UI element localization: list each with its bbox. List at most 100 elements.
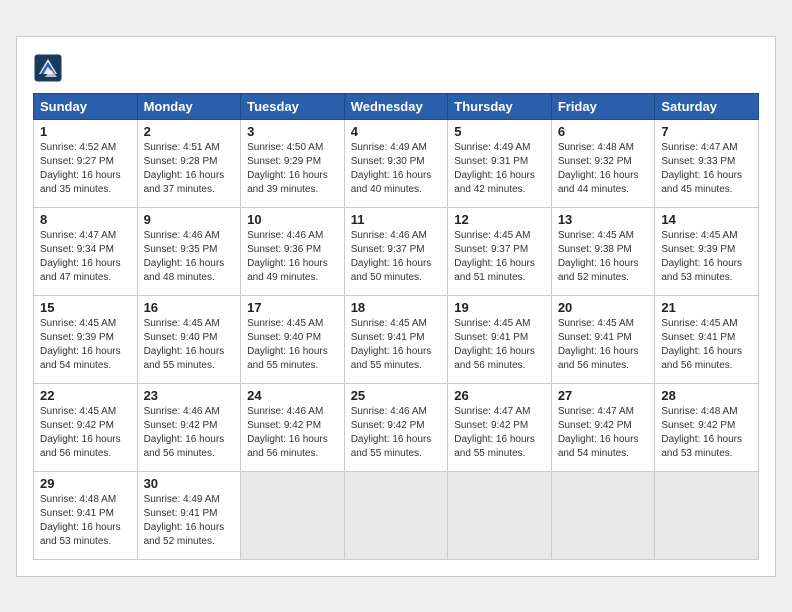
calendar-cell: 28 Sunrise: 4:48 AM Sunset: 9:42 PM Dayl…	[655, 383, 759, 471]
day-number: 5	[454, 124, 545, 139]
sunset-label: Sunset: 9:42 PM	[144, 420, 218, 431]
sunrise-label: Sunrise: 4:45 AM	[558, 318, 634, 329]
calendar-body: 1 Sunrise: 4:52 AM Sunset: 9:27 PM Dayli…	[34, 119, 759, 559]
day-number: 8	[40, 212, 131, 227]
day-info: Sunrise: 4:45 AM Sunset: 9:40 PM Dayligh…	[247, 317, 338, 373]
col-friday: Friday	[551, 93, 655, 119]
calendar-cell: 7 Sunrise: 4:47 AM Sunset: 9:33 PM Dayli…	[655, 119, 759, 207]
daylight-label: Daylight: 16 hours and 56 minutes.	[558, 346, 639, 371]
sunset-label: Sunset: 9:39 PM	[661, 244, 735, 255]
sunrise-label: Sunrise: 4:46 AM	[144, 406, 220, 417]
sunrise-label: Sunrise: 4:45 AM	[661, 230, 737, 241]
day-info: Sunrise: 4:45 AM Sunset: 9:39 PM Dayligh…	[661, 229, 752, 285]
daylight-label: Daylight: 16 hours and 42 minutes.	[454, 170, 535, 195]
day-number: 14	[661, 212, 752, 227]
day-number: 23	[144, 388, 235, 403]
sunset-label: Sunset: 9:42 PM	[40, 420, 114, 431]
calendar-cell: 18 Sunrise: 4:45 AM Sunset: 9:41 PM Dayl…	[344, 295, 448, 383]
logo-icon	[33, 53, 63, 83]
sunset-label: Sunset: 9:28 PM	[144, 156, 218, 167]
day-number: 24	[247, 388, 338, 403]
daylight-label: Daylight: 16 hours and 50 minutes.	[351, 258, 432, 283]
calendar-cell: 3 Sunrise: 4:50 AM Sunset: 9:29 PM Dayli…	[241, 119, 345, 207]
day-info: Sunrise: 4:45 AM Sunset: 9:41 PM Dayligh…	[351, 317, 442, 373]
day-info: Sunrise: 4:47 AM Sunset: 9:34 PM Dayligh…	[40, 229, 131, 285]
calendar-cell: 26 Sunrise: 4:47 AM Sunset: 9:42 PM Dayl…	[448, 383, 552, 471]
sunset-label: Sunset: 9:41 PM	[558, 332, 632, 343]
day-info: Sunrise: 4:45 AM Sunset: 9:37 PM Dayligh…	[454, 229, 545, 285]
calendar-cell: 23 Sunrise: 4:46 AM Sunset: 9:42 PM Dayl…	[137, 383, 241, 471]
sunrise-label: Sunrise: 4:52 AM	[40, 142, 116, 153]
sunrise-label: Sunrise: 4:48 AM	[558, 142, 634, 153]
sunset-label: Sunset: 9:38 PM	[558, 244, 632, 255]
calendar-cell: 19 Sunrise: 4:45 AM Sunset: 9:41 PM Dayl…	[448, 295, 552, 383]
col-sunday: Sunday	[34, 93, 138, 119]
day-number: 27	[558, 388, 649, 403]
week-row-1: 1 Sunrise: 4:52 AM Sunset: 9:27 PM Dayli…	[34, 119, 759, 207]
calendar-cell	[344, 471, 448, 559]
daylight-label: Daylight: 16 hours and 48 minutes.	[144, 258, 225, 283]
sunset-label: Sunset: 9:40 PM	[144, 332, 218, 343]
day-info: Sunrise: 4:46 AM Sunset: 9:42 PM Dayligh…	[144, 405, 235, 461]
day-info: Sunrise: 4:45 AM Sunset: 9:40 PM Dayligh…	[144, 317, 235, 373]
sunset-label: Sunset: 9:42 PM	[351, 420, 425, 431]
day-number: 30	[144, 476, 235, 491]
sunrise-label: Sunrise: 4:49 AM	[351, 142, 427, 153]
day-info: Sunrise: 4:49 AM Sunset: 9:31 PM Dayligh…	[454, 141, 545, 197]
sunrise-label: Sunrise: 4:45 AM	[454, 318, 530, 329]
day-number: 4	[351, 124, 442, 139]
day-number: 22	[40, 388, 131, 403]
day-number: 2	[144, 124, 235, 139]
calendar-cell: 6 Sunrise: 4:48 AM Sunset: 9:32 PM Dayli…	[551, 119, 655, 207]
col-tuesday: Tuesday	[241, 93, 345, 119]
sunrise-label: Sunrise: 4:45 AM	[40, 318, 116, 329]
col-thursday: Thursday	[448, 93, 552, 119]
daylight-label: Daylight: 16 hours and 56 minutes.	[661, 346, 742, 371]
calendar-cell: 27 Sunrise: 4:47 AM Sunset: 9:42 PM Dayl…	[551, 383, 655, 471]
sunrise-label: Sunrise: 4:45 AM	[558, 230, 634, 241]
day-number: 21	[661, 300, 752, 315]
day-info: Sunrise: 4:45 AM Sunset: 9:39 PM Dayligh…	[40, 317, 131, 373]
calendar-cell	[551, 471, 655, 559]
day-info: Sunrise: 4:48 AM Sunset: 9:41 PM Dayligh…	[40, 493, 131, 549]
daylight-label: Daylight: 16 hours and 56 minutes.	[247, 434, 328, 459]
sunset-label: Sunset: 9:29 PM	[247, 156, 321, 167]
daylight-label: Daylight: 16 hours and 56 minutes.	[40, 434, 121, 459]
daylight-label: Daylight: 16 hours and 44 minutes.	[558, 170, 639, 195]
calendar-cell: 1 Sunrise: 4:52 AM Sunset: 9:27 PM Dayli…	[34, 119, 138, 207]
day-info: Sunrise: 4:52 AM Sunset: 9:27 PM Dayligh…	[40, 141, 131, 197]
calendar-cell: 24 Sunrise: 4:46 AM Sunset: 9:42 PM Dayl…	[241, 383, 345, 471]
day-info: Sunrise: 4:46 AM Sunset: 9:36 PM Dayligh…	[247, 229, 338, 285]
day-number: 16	[144, 300, 235, 315]
week-row-4: 22 Sunrise: 4:45 AM Sunset: 9:42 PM Dayl…	[34, 383, 759, 471]
col-monday: Monday	[137, 93, 241, 119]
day-info: Sunrise: 4:51 AM Sunset: 9:28 PM Dayligh…	[144, 141, 235, 197]
daylight-label: Daylight: 16 hours and 55 minutes.	[144, 346, 225, 371]
sunrise-label: Sunrise: 4:51 AM	[144, 142, 220, 153]
day-info: Sunrise: 4:50 AM Sunset: 9:29 PM Dayligh…	[247, 141, 338, 197]
daylight-label: Daylight: 16 hours and 53 minutes.	[661, 258, 742, 283]
daylight-label: Daylight: 16 hours and 51 minutes.	[454, 258, 535, 283]
sunset-label: Sunset: 9:37 PM	[454, 244, 528, 255]
week-row-2: 8 Sunrise: 4:47 AM Sunset: 9:34 PM Dayli…	[34, 207, 759, 295]
sunset-label: Sunset: 9:40 PM	[247, 332, 321, 343]
sunrise-label: Sunrise: 4:49 AM	[144, 494, 220, 505]
day-number: 1	[40, 124, 131, 139]
day-info: Sunrise: 4:45 AM Sunset: 9:42 PM Dayligh…	[40, 405, 131, 461]
sunrise-label: Sunrise: 4:45 AM	[144, 318, 220, 329]
sunrise-label: Sunrise: 4:46 AM	[144, 230, 220, 241]
sunset-label: Sunset: 9:27 PM	[40, 156, 114, 167]
daylight-label: Daylight: 16 hours and 49 minutes.	[247, 258, 328, 283]
day-number: 9	[144, 212, 235, 227]
sunrise-label: Sunrise: 4:46 AM	[247, 406, 323, 417]
calendar-cell	[655, 471, 759, 559]
sunrise-label: Sunrise: 4:45 AM	[661, 318, 737, 329]
sunrise-label: Sunrise: 4:49 AM	[454, 142, 530, 153]
day-number: 19	[454, 300, 545, 315]
sunrise-label: Sunrise: 4:47 AM	[558, 406, 634, 417]
sunrise-label: Sunrise: 4:48 AM	[661, 406, 737, 417]
day-number: 18	[351, 300, 442, 315]
calendar-cell: 12 Sunrise: 4:45 AM Sunset: 9:37 PM Dayl…	[448, 207, 552, 295]
daylight-label: Daylight: 16 hours and 55 minutes.	[247, 346, 328, 371]
day-number: 10	[247, 212, 338, 227]
